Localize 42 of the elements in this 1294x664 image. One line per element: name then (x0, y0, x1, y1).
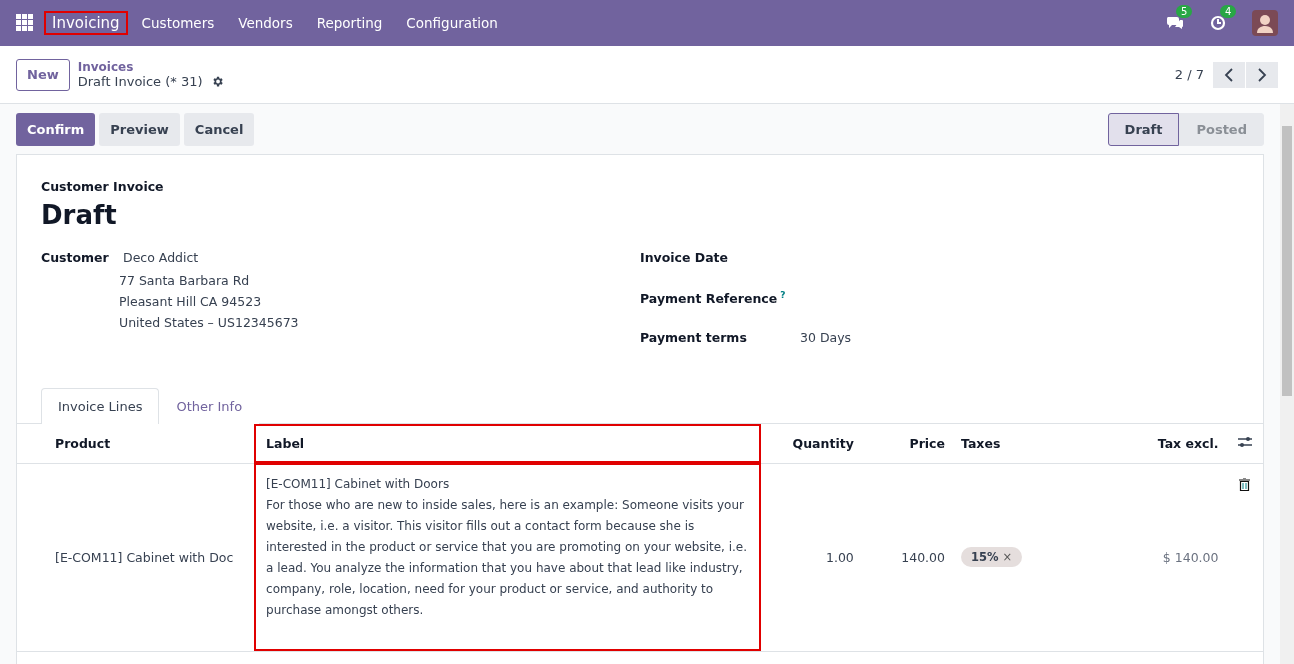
invoice-type: Customer Invoice (41, 179, 165, 194)
status-step[interactable]: Draft (1107, 112, 1180, 146)
field-label: Invoice Date (640, 250, 730, 265)
column-header[interactable]: Label (254, 424, 761, 463)
tab[interactable]: Invoice Lines (41, 388, 160, 424)
help-tooltip[interactable]: ? (780, 290, 786, 300)
customer-name[interactable]: Deco Addict (123, 250, 199, 265)
menu-item[interactable]: Vendors (228, 11, 303, 35)
subtotal-cell: $ 140.00 (1064, 463, 1227, 651)
column-header[interactable]: Price (861, 424, 953, 463)
field-label: Payment terms (640, 330, 748, 345)
menu-item[interactable]: Customers (131, 11, 225, 35)
label-description[interactable]: For those who are new to inside sales, here is an example: Someone visits your website, i.e. a visitor. This visitor fills out a contact form because she is interested in the product or service that you are promoting on your website, i.e. a lead. You analyze the information that you have about that lead like industry, company, role, location, need for your product or service, and authority to purchase amongst others. (266, 494, 749, 621)
app-name[interactable]: Invoicing (44, 11, 128, 35)
field-label: Payment Reference $^{?}$ (640, 290, 787, 307)
action-button[interactable]: Confirm (16, 112, 96, 146)
field-value[interactable]: 30 Days (800, 330, 852, 345)
column-header[interactable]: Quantity (760, 424, 862, 463)
menu-item[interactable]: Reporting (306, 11, 393, 35)
address-line: Pleasant Hill CA 94523 (119, 293, 263, 311)
remove-tag-icon[interactable]: × (1002, 550, 1013, 564)
column-header[interactable]: Product (17, 424, 255, 463)
address-line: 77 Santa Barbara Rd (119, 272, 251, 290)
record-title: Draft Invoice (* 31) (77, 74, 203, 89)
quantity-cell[interactable]: 1.00 (760, 463, 862, 651)
tax-tag[interactable]: 15% × (961, 547, 1023, 567)
menu-item[interactable]: Configuration (396, 11, 508, 35)
column-header[interactable]: Tax excl. (1064, 424, 1227, 463)
activity-count-badge: 4 (1220, 5, 1237, 18)
price-cell[interactable]: 140.00 (861, 463, 953, 651)
label-title[interactable]: [E-COM11] Cabinet with Doors (266, 473, 749, 495)
pager-count: 2 / 7 (1174, 67, 1204, 82)
breadcrumb-link[interactable]: Invoices (77, 60, 224, 74)
new-button[interactable]: New (16, 58, 70, 91)
action-button[interactable]: Preview (99, 112, 180, 146)
column-header[interactable]: Taxes (953, 424, 1065, 463)
action-button[interactable]: Cancel (183, 112, 255, 146)
field-label: Customer (41, 250, 110, 265)
message-count-badge: 5 (1176, 5, 1193, 18)
address-line: United States – US12345673 (119, 314, 300, 332)
product-cell[interactable]: [E-COM11] Cabinet with Doc (17, 463, 255, 651)
invoice-name: Draft (41, 200, 118, 230)
